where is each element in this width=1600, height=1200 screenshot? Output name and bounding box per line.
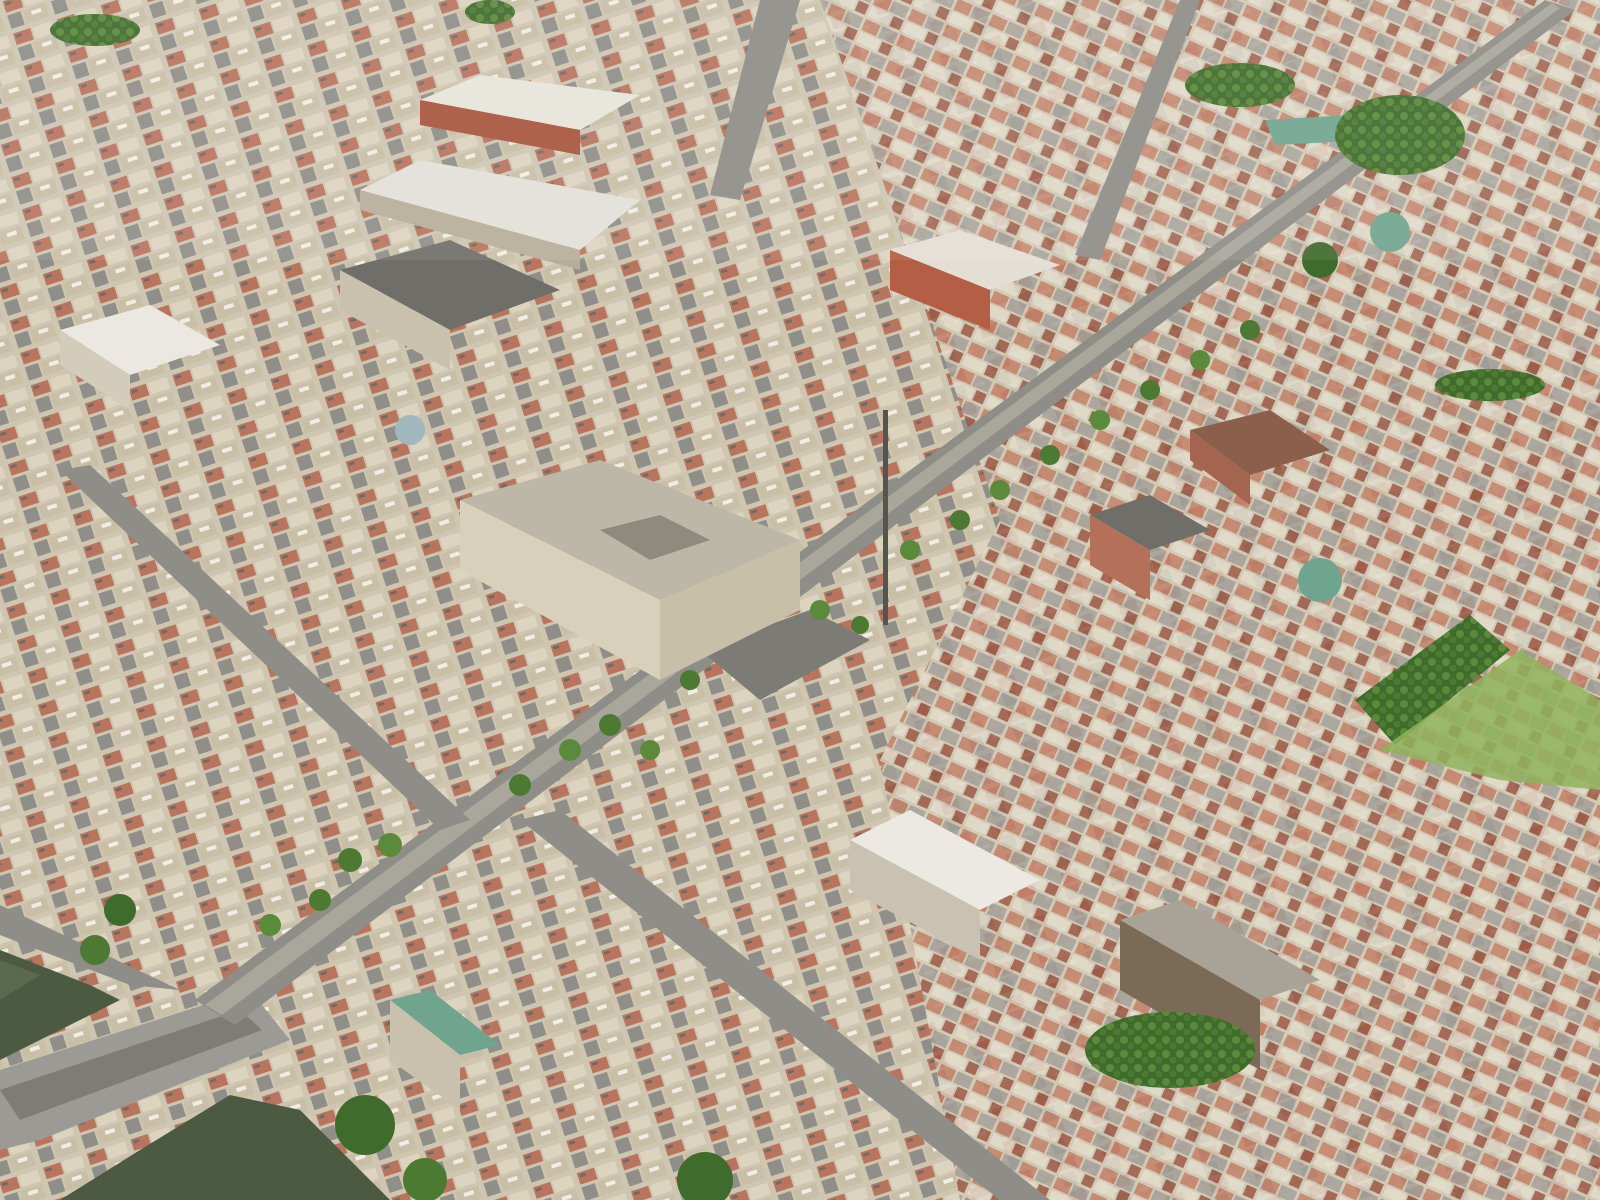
aerial-map-view[interactable] — [0, 0, 1600, 1200]
spire — [883, 410, 888, 625]
map-canvas[interactable] — [0, 0, 1600, 1200]
atmospheric-haze — [0, 0, 1600, 260]
courtyard-trees — [1085, 1012, 1255, 1088]
copper-dome — [1298, 558, 1342, 602]
glass-dome — [395, 415, 425, 445]
